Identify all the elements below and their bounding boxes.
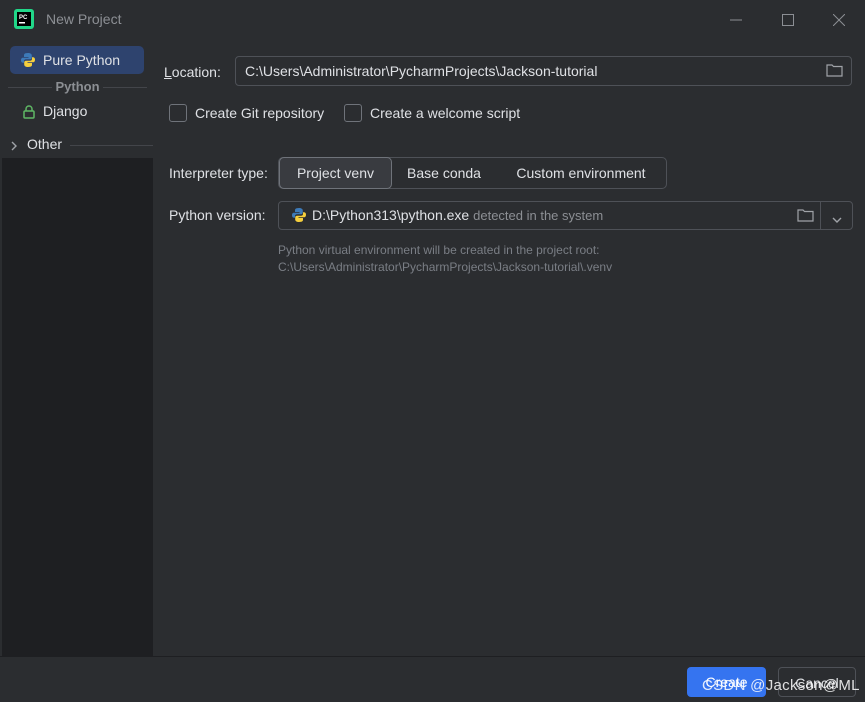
- location-label: Location:: [164, 64, 221, 80]
- interpreter-type-label: Interpreter type:: [169, 165, 268, 181]
- sidebar-item-label: Other: [27, 136, 63, 152]
- python-icon: [20, 52, 36, 73]
- location-label-text: ocation:: [171, 64, 221, 80]
- tab-custom-environment[interactable]: Custom environment: [500, 158, 662, 188]
- sidebar-item-label: Django: [43, 103, 88, 119]
- welcome-script-checkbox[interactable]: [344, 104, 362, 122]
- chevron-right-icon: [10, 138, 18, 156]
- lock-icon: [23, 105, 35, 124]
- python-icon: [291, 207, 307, 228]
- python-version-select[interactable]: D:\Python313\python.exe detected in the …: [278, 201, 853, 230]
- welcome-script-label: Create a welcome script: [370, 105, 521, 121]
- project-type-sidebar: Pure Python Python Django Other: [2, 42, 153, 656]
- interpreter-type-selector: Project venv Base conda Custom environme…: [278, 157, 667, 189]
- tab-project-venv[interactable]: Project venv: [279, 157, 392, 189]
- sidebar-item-django[interactable]: Django: [10, 100, 144, 124]
- python-version-value: D:\Python313\python.exe detected in the …: [312, 207, 603, 223]
- git-repository-checkbox[interactable]: [169, 104, 187, 122]
- location-value: C:\Users\Administrator\PycharmProjects\J…: [245, 63, 598, 79]
- python-version-label: Python version:: [169, 207, 266, 223]
- other-divider: [70, 145, 153, 146]
- python-group-heading: Python: [2, 77, 153, 97]
- python-detected-hint: detected in the system: [473, 208, 604, 223]
- window-title: New Project: [46, 11, 122, 27]
- python-path: D:\Python313\python.exe: [312, 207, 470, 223]
- venv-note-path: C:\Users\Administrator\PycharmProjects\J…: [278, 260, 613, 274]
- sidebar-item-pure-python[interactable]: Pure Python: [10, 46, 144, 74]
- pycharm-logo-icon: PC: [14, 9, 34, 29]
- location-input[interactable]: C:\Users\Administrator\PycharmProjects\J…: [235, 56, 852, 86]
- chevron-down-icon[interactable]: [832, 211, 842, 229]
- close-button[interactable]: [816, 6, 862, 34]
- mnemonic-letter: L: [164, 64, 172, 80]
- dropdown-divider: [820, 202, 821, 229]
- sidebar-list: Pure Python Python Django Other: [2, 42, 153, 158]
- svg-text:PC: PC: [19, 15, 28, 21]
- folder-icon[interactable]: [797, 208, 814, 227]
- group-heading-label: Python: [55, 79, 100, 94]
- footer-divider: [0, 656, 865, 657]
- maximize-button[interactable]: [765, 6, 811, 34]
- sidebar-item-other[interactable]: Other: [6, 133, 153, 155]
- tab-base-conda[interactable]: Base conda: [392, 158, 496, 188]
- folder-icon[interactable]: [826, 63, 843, 82]
- sidebar-item-label: Pure Python: [43, 52, 121, 68]
- minimize-button[interactable]: [713, 6, 759, 34]
- venv-note-line1: Python virtual environment will be creat…: [278, 243, 600, 257]
- watermark: CSDN @Jackson@ML: [702, 677, 860, 694]
- title-bar: PC New Project: [0, 0, 865, 42]
- project-settings-panel: Location: C:\Users\Administrator\Pycharm…: [153, 42, 865, 656]
- git-repository-label: Create Git repository: [195, 105, 325, 121]
- venv-note: Python virtual environment will be creat…: [278, 242, 612, 276]
